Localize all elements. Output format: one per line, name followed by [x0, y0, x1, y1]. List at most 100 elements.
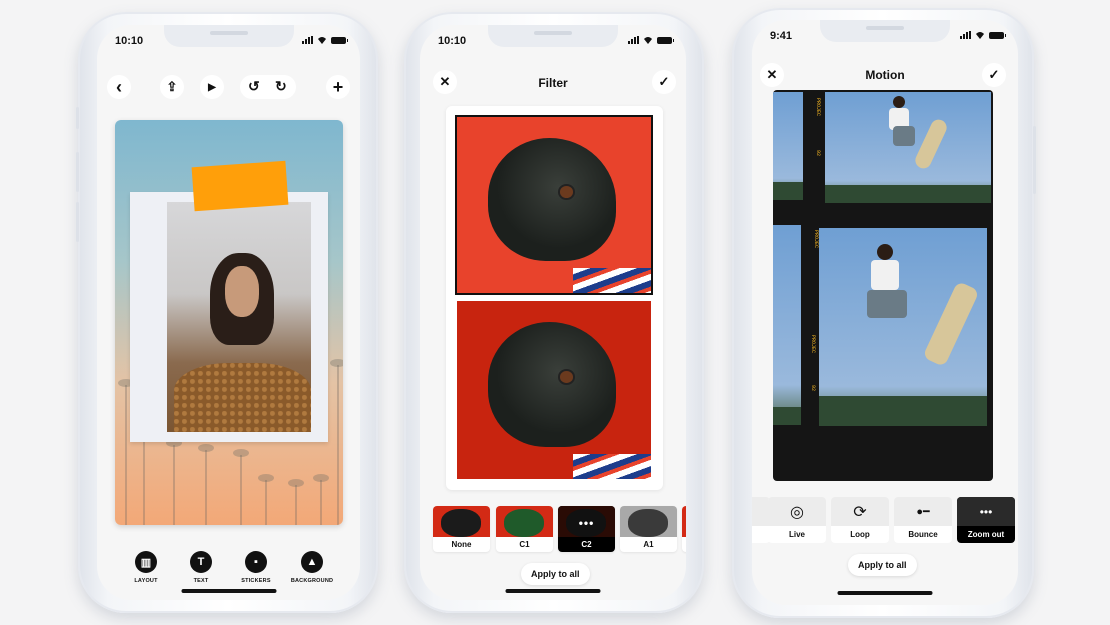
status-icons [302, 36, 348, 44]
phone-story-editor: 10:10 ‹ ⇪ ▶ ↺ ↻ + ▥ LAYOUT T TEXT ▪ STIC… [76, 12, 378, 613]
undo-redo-group: ↺ ↻ [240, 75, 296, 99]
film-frame-left-bottom [773, 225, 801, 425]
tool-stickers[interactable]: ▪ STICKERS [226, 551, 286, 584]
home-indicator[interactable] [505, 589, 601, 593]
wifi-icon [644, 37, 652, 44]
tool-background[interactable]: ▲ BACKGROUND [282, 551, 342, 584]
screen: 9:41 ✕ Motion ✓ PROJEC 92 PROJEC PROJEC … [752, 20, 1018, 605]
zoom-out-dots-icon: ••• [957, 497, 1015, 526]
story-canvas[interactable] [115, 120, 343, 525]
film-frame-main [819, 228, 987, 426]
sticker-icon: ▪ [245, 551, 267, 573]
signal-icon [628, 36, 639, 44]
polaroid-frame[interactable] [130, 192, 328, 442]
status-time: 10:10 [438, 35, 467, 47]
filter-label: A1 [643, 540, 654, 549]
battery-icon [657, 36, 674, 44]
status-time: 10:10 [115, 35, 144, 47]
home-indicator[interactable] [837, 591, 933, 595]
notch [820, 20, 950, 42]
photo-stack-card [446, 106, 663, 490]
redo-icon: ↻ [275, 78, 287, 94]
side-button [76, 152, 79, 192]
tool-layout[interactable]: ▥ LAYOUT [116, 551, 176, 584]
film-edge-text: 92 [810, 385, 816, 392]
effect-label: Zoom out [967, 530, 1005, 539]
side-button [1033, 126, 1036, 194]
share-upload-icon: ⇪ [166, 79, 178, 94]
filter-next-partial[interactable] [682, 506, 686, 552]
tool-label: STICKERS [241, 578, 271, 584]
filter-label: C2 [581, 540, 592, 549]
screen-title: Filter [538, 76, 568, 90]
effect-zoom-out[interactable]: ••• Zoom out [957, 497, 1015, 543]
tool-label: BACKGROUND [290, 578, 334, 584]
effect-label: Live [788, 530, 805, 539]
filter-c1[interactable]: C1 [496, 506, 553, 552]
signal-icon [960, 31, 971, 39]
effect-bounce[interactable]: ●━ Bounce [894, 497, 952, 543]
status-icons [960, 31, 1006, 39]
share-button[interactable]: ⇪ [160, 75, 184, 99]
bounce-icon: ●━ [894, 497, 952, 526]
undo-button[interactable]: ↺ [248, 78, 260, 95]
motion-preview-filmstrip[interactable]: PROJEC 92 PROJEC PROJEC 92 [773, 90, 993, 481]
filter-label: None [451, 540, 472, 549]
text-t-icon: T [190, 551, 212, 573]
film-edge-text: PROJEC [810, 335, 816, 354]
film-frame-left-top [773, 92, 803, 200]
mountain-image-icon: ▲ [301, 551, 323, 573]
layout-book-icon: ▥ [135, 551, 157, 573]
confirm-button[interactable]: ✓ [652, 70, 676, 94]
side-button [76, 202, 79, 242]
status-time: 9:41 [770, 30, 793, 42]
confirm-button[interactable]: ✓ [982, 63, 1006, 87]
photo-woman [167, 202, 311, 432]
home-indicator[interactable] [181, 589, 276, 593]
add-button[interactable]: + [326, 75, 350, 99]
filter-c2[interactable]: ••• C2 [558, 506, 615, 552]
filter-a1[interactable]: A1 [620, 506, 677, 552]
filter-label: C1 [519, 540, 530, 549]
film-edge-text: 92 [815, 150, 821, 157]
screen-title: Motion [865, 68, 905, 82]
chevron-left-icon: ‹ [116, 77, 122, 97]
status-icons [628, 36, 674, 44]
effect-loop[interactable]: ⟳ Loop [831, 497, 889, 543]
phone-filter: 10:10 ✕ Filter ✓ None C1 ••• C2 A1 Apply… [404, 12, 704, 613]
signal-icon [302, 36, 313, 44]
play-icon: ▶ [208, 81, 216, 93]
redo-button[interactable]: ↻ [275, 78, 287, 95]
play-button[interactable]: ▶ [200, 75, 224, 99]
phone-motion: 9:41 ✕ Motion ✓ PROJEC 92 PROJEC PROJEC … [732, 8, 1036, 618]
more-options-icon[interactable]: ••• [558, 516, 615, 530]
back-button[interactable]: ‹ [107, 75, 131, 99]
battery-icon [331, 36, 348, 44]
plus-icon: + [332, 76, 344, 97]
photo-pug-selected[interactable] [455, 115, 653, 295]
checkmark-icon: ✓ [658, 74, 670, 89]
live-rings-icon: ◎ [768, 497, 826, 526]
effect-live[interactable]: ◎ Live [768, 497, 826, 543]
tool-text[interactable]: T TEXT [171, 551, 231, 584]
effect-label: Bounce [908, 530, 938, 539]
film-frame-top [825, 92, 991, 203]
photo-pug[interactable] [457, 301, 651, 479]
tape-sticker[interactable] [191, 160, 289, 212]
apply-to-all-button[interactable]: Apply to all [521, 563, 590, 585]
tool-label: TEXT [193, 578, 209, 584]
film-edge-text: PROJEC [813, 230, 819, 249]
screen: 10:10 ✕ Filter ✓ None C1 ••• C2 A1 Apply… [420, 25, 686, 600]
effect-label: Loop [850, 530, 870, 539]
notch [163, 25, 294, 47]
film-edge-text: PROJEC [815, 98, 821, 117]
tool-label: LAYOUT [134, 578, 158, 584]
wifi-icon [318, 37, 326, 44]
wifi-icon [976, 32, 984, 39]
undo-icon: ↺ [248, 78, 260, 94]
filter-none[interactable]: None [433, 506, 490, 552]
battery-icon [989, 31, 1006, 39]
loop-arrows-icon: ⟳ [831, 497, 889, 526]
checkmark-icon: ✓ [988, 67, 1000, 82]
apply-to-all-button[interactable]: Apply to all [848, 554, 917, 576]
